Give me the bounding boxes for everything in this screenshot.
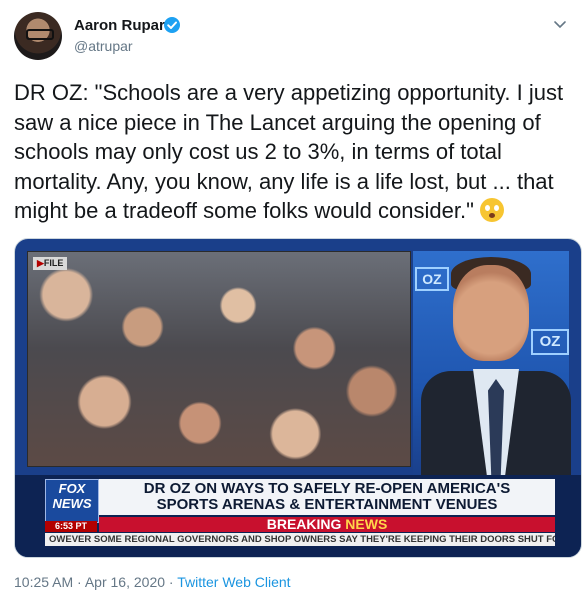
author-avatar[interactable]	[14, 12, 62, 60]
tweet-date[interactable]: Apr 16, 2020	[85, 574, 165, 590]
tweet-text: DR OZ: "Schools are a very appetizing op…	[14, 78, 580, 226]
avatar-glasses	[26, 29, 54, 40]
verified-badge-icon	[164, 17, 180, 33]
tweet-metadata: 10:25 AM · Apr 16, 2020 · Twitter Web Cl…	[14, 574, 291, 590]
oz-logo: OZ	[415, 267, 449, 291]
crowd-footage	[27, 251, 411, 467]
news-ticker: OWEVER SOME REGIONAL GOVERNORS AND SHOP …	[45, 533, 555, 546]
news-label: NEWS	[345, 516, 388, 532]
tweet-body: DR OZ: "Schools are a very appetizing op…	[14, 80, 564, 223]
network-name-top: FOX	[58, 481, 86, 496]
chevron-down-icon[interactable]	[552, 16, 568, 32]
oz-logo: OZ	[531, 329, 569, 355]
breaking-label: BREAKING	[266, 516, 342, 532]
author-name[interactable]: Aaron Rupar	[74, 17, 165, 34]
file-tag: ▶FILE	[33, 257, 68, 270]
tweet-media-image[interactable]: ▶FILE OZ OZ FOX NEWS 6:53 PT DR OZ ON WA…	[14, 238, 582, 558]
tweet-card: Aaron Rupar @atrupar DR OZ: "Schools are…	[0, 0, 584, 601]
flushed-face-emoji-icon	[480, 198, 504, 222]
headline-line-1: DR OZ ON WAYS TO SAFELY RE-OPEN AMERICA'…	[143, 480, 511, 497]
host-head	[453, 265, 529, 361]
file-label: FILE	[43, 258, 64, 268]
author-handle[interactable]: @atrupar	[74, 38, 133, 54]
network-name-bottom: NEWS	[52, 496, 92, 511]
separator: ·	[77, 574, 82, 590]
tweet-client-link[interactable]: Twitter Web Client	[177, 574, 290, 590]
chyron-headline: DR OZ ON WAYS TO SAFELY RE-OPEN AMERICA'…	[99, 479, 555, 515]
tweet-time[interactable]: 10:25 AM	[14, 574, 73, 590]
broadcast-time: 6:53 PT	[45, 521, 97, 532]
play-icon: ▶	[37, 258, 44, 268]
separator: ·	[168, 574, 174, 590]
fox-news-logo: FOX NEWS	[45, 479, 99, 523]
breaking-news-banner: BREAKING NEWS	[99, 517, 555, 532]
headline-line-2: SPORTS ARENAS & ENTERTAINMENT VENUES	[156, 496, 498, 513]
